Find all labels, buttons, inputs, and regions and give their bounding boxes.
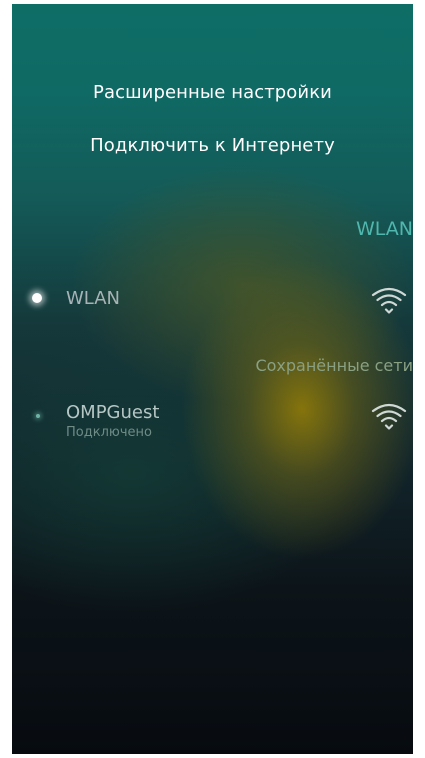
network-status: Подключено bbox=[66, 425, 152, 440]
wlan-toggle-row[interactable]: WLAN bbox=[12, 284, 413, 324]
wlan-toggle-label: WLAN bbox=[66, 288, 121, 309]
saved-network-row[interactable]: OMPGuest Подключено bbox=[12, 400, 413, 448]
advanced-settings-menu-item[interactable]: Расширенные настройки bbox=[12, 82, 413, 103]
wifi-settings-screen: Расширенные настройки Подключить к Интер… bbox=[12, 4, 413, 754]
saved-networks-section-header: Сохранённые сети bbox=[255, 356, 413, 375]
wlan-section-header: WLAN bbox=[355, 218, 413, 240]
wifi-signal-icon bbox=[371, 403, 407, 430]
network-ssid: OMPGuest bbox=[66, 402, 160, 423]
wlan-switch-indicator[interactable] bbox=[32, 293, 42, 303]
connect-to-internet-menu-item[interactable]: Подключить к Интернету bbox=[12, 135, 413, 156]
wifi-signal-icon bbox=[371, 287, 407, 314]
connected-indicator bbox=[36, 414, 40, 418]
